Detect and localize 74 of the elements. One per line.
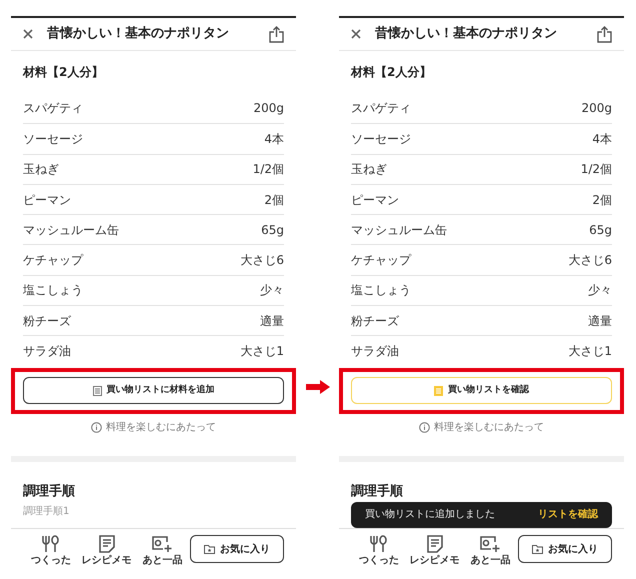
- ingredient-name: ケチャップ: [23, 252, 83, 270]
- share-icon[interactable]: [597, 26, 612, 42]
- memo-icon: [98, 535, 115, 553]
- share-icon[interactable]: [269, 26, 284, 42]
- steps-subtitle: 調理手順1: [23, 506, 70, 518]
- memo-icon: [426, 535, 443, 553]
- ingredient-amount: 200g: [581, 100, 612, 118]
- ingredient-amount: 大さじ6: [568, 252, 612, 270]
- ingredient-name: ソーセージ: [351, 130, 411, 148]
- ingredient-amount: 少々: [260, 282, 284, 300]
- ingredient-name: ソーセージ: [23, 130, 83, 148]
- ingredient-amount: 適量: [588, 312, 612, 330]
- ingredient-name: サラダ油: [23, 343, 71, 360]
- ingredient-amount: 4本: [592, 130, 612, 148]
- ingredient-amount: 1/2個: [252, 161, 284, 178]
- steps-title: 調理手順: [351, 484, 404, 500]
- steps-title: 調理手順: [23, 484, 76, 500]
- info-link[interactable]: 料理を楽しむにあたって: [106, 420, 216, 436]
- folder-star-icon: [204, 544, 216, 554]
- ingredient-name: サラダ油: [351, 343, 399, 360]
- toast-action[interactable]: リストを確認: [538, 507, 598, 522]
- close-icon[interactable]: [351, 29, 361, 39]
- photo-plus-icon: [152, 535, 172, 553]
- ingredient-amount: 大さじ6: [240, 252, 284, 270]
- toast-message: 買い物リストに追加しました: [365, 508, 495, 522]
- tab-bar-item[interactable]: レシピメモ: [406, 535, 463, 566]
- folder-star-icon: [532, 544, 544, 554]
- ingredient-name: マッシュルーム缶: [23, 222, 119, 239]
- ingredient-name: マッシュルーム缶: [351, 222, 447, 239]
- ingredient-name: 塩こしょう: [351, 282, 411, 300]
- favorite-button[interactable]: お気に入り: [518, 535, 612, 563]
- ingredient-name: スパゲティ: [351, 100, 411, 118]
- cutlery-icon: [40, 535, 61, 553]
- recipe-title: 昔懐かしい！基本のナポリタン: [47, 24, 229, 44]
- ingredient-name: 粉チーズ: [23, 312, 71, 330]
- ingredient-name: 玉ねぎ: [23, 161, 59, 178]
- ingredient-name: ピーマン: [351, 192, 399, 209]
- ingredient-amount: 大さじ1: [240, 343, 284, 360]
- right-arrow-icon: [306, 380, 330, 394]
- photo-plus-icon: [480, 535, 500, 553]
- ingredient-amount: 65g: [261, 222, 284, 239]
- close-icon[interactable]: [23, 29, 33, 39]
- favorite-button[interactable]: お気に入り: [190, 535, 284, 563]
- tab-bar-item[interactable]: レシピメモ: [78, 535, 135, 566]
- ingredient-name: 塩こしょう: [23, 282, 83, 300]
- ingredient-name: スパゲティ: [23, 100, 83, 118]
- ingredient-amount: 少々: [588, 282, 612, 300]
- section-title: 材料【2人分】: [351, 64, 432, 81]
- shopping-list-button[interactable]: 買い物リストに材料を追加: [23, 377, 284, 404]
- section-title: 材料【2人分】: [23, 64, 104, 81]
- list-icon: [92, 386, 102, 396]
- ingredient-name: ケチャップ: [351, 252, 411, 270]
- info-icon: [91, 422, 102, 434]
- ingredient-amount: 4本: [264, 130, 284, 148]
- ingredient-amount: 1/2個: [580, 161, 612, 178]
- tab-bar-item[interactable]: つくった: [351, 535, 407, 566]
- ingredient-amount: 2個: [592, 192, 612, 209]
- cutlery-icon: [368, 535, 389, 553]
- info-link[interactable]: 料理を楽しむにあたって: [434, 420, 544, 436]
- ingredient-amount: 2個: [264, 192, 284, 209]
- info-icon: [419, 422, 430, 434]
- tab-bar-item[interactable]: あと一品: [462, 535, 518, 566]
- ingredient-amount: 大さじ1: [568, 343, 612, 360]
- list-icon: [434, 386, 443, 396]
- tab-bar-item[interactable]: つくった: [23, 535, 79, 566]
- ingredient-name: 粉チーズ: [351, 312, 399, 330]
- shopping-list-button[interactable]: 買い物リストを確認: [351, 377, 612, 404]
- ingredient-amount: 200g: [253, 100, 284, 118]
- recipe-title: 昔懐かしい！基本のナポリタン: [375, 24, 557, 44]
- tab-bar-item[interactable]: あと一品: [134, 535, 190, 566]
- ingredient-amount: 適量: [260, 312, 284, 330]
- ingredient-name: ピーマン: [23, 192, 71, 209]
- ingredient-name: 玉ねぎ: [351, 161, 387, 178]
- ingredient-amount: 65g: [589, 222, 612, 239]
